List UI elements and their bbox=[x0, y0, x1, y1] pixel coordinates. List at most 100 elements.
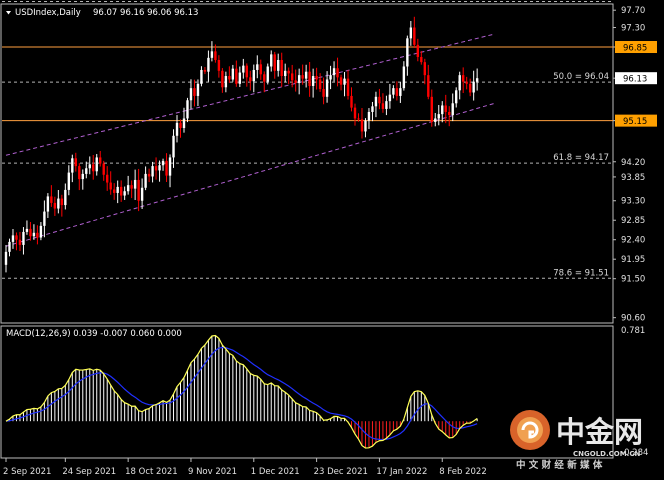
time-tick-label: 8 Feb 2022 bbox=[439, 467, 487, 477]
candle-body bbox=[147, 173, 151, 177]
candle-body bbox=[36, 232, 39, 238]
price-tag-label: 96.13 bbox=[623, 75, 647, 85]
candle-body bbox=[388, 94, 392, 102]
candle-body bbox=[301, 75, 304, 79]
candle-body bbox=[427, 75, 430, 97]
candle-body bbox=[99, 157, 102, 164]
candle-body bbox=[371, 106, 374, 112]
candle-body bbox=[465, 81, 468, 84]
candle-body bbox=[472, 81, 475, 93]
candle-body bbox=[297, 75, 301, 83]
candle-body bbox=[4, 251, 8, 265]
candle-body bbox=[29, 228, 32, 237]
candle-body bbox=[367, 111, 371, 121]
candle-body bbox=[57, 198, 60, 209]
candle-body bbox=[392, 88, 395, 95]
candle-body bbox=[273, 54, 276, 71]
candle-body bbox=[290, 73, 294, 81]
candle-body bbox=[165, 160, 168, 176]
candle-body bbox=[217, 59, 221, 71]
candle-body bbox=[182, 118, 186, 128]
candle-body bbox=[395, 88, 399, 96]
price-tag-label: 96.85 bbox=[623, 44, 647, 54]
candle-body bbox=[43, 211, 46, 226]
candle-body bbox=[318, 79, 322, 90]
candle-body bbox=[360, 119, 364, 132]
candle-body bbox=[200, 69, 203, 84]
candle-body bbox=[8, 241, 11, 252]
watermark-domain: CNGOLD.COM.CN bbox=[573, 450, 640, 458]
candle-body bbox=[256, 64, 259, 70]
watermark-tagline: 中 文 财 经 新 媒 体 bbox=[516, 459, 603, 471]
price-tick-label: 90.60 bbox=[621, 314, 645, 324]
candle-body bbox=[451, 103, 454, 115]
candle-body bbox=[92, 164, 95, 172]
price-chart: 38.2 = 97.90 50.0 = 96.04 61.8 = 94.17 78.6… bbox=[0, 0, 664, 480]
candle-body bbox=[137, 179, 140, 201]
price-tag-label: 95.15 bbox=[623, 117, 647, 127]
candle-body bbox=[284, 70, 287, 77]
candle-body bbox=[277, 59, 280, 71]
candle-body bbox=[308, 71, 311, 86]
candle-body bbox=[85, 168, 88, 174]
candle-body bbox=[116, 186, 119, 193]
candle-body bbox=[158, 165, 161, 171]
time-tick-label: 18 Oct 2021 bbox=[125, 467, 178, 477]
candle-body bbox=[102, 163, 105, 175]
candle-body bbox=[238, 72, 242, 84]
price-tick-label: 91.95 bbox=[621, 255, 645, 265]
candle-body bbox=[15, 235, 18, 240]
fib-level-label: 61.8 = 94.17 bbox=[553, 153, 609, 163]
candle-body bbox=[106, 174, 109, 183]
candle-body bbox=[140, 187, 144, 201]
candle-body bbox=[444, 105, 447, 112]
candle-body bbox=[46, 196, 50, 212]
candle-body bbox=[154, 166, 158, 171]
candle-body bbox=[434, 118, 437, 122]
candle-body bbox=[203, 69, 207, 72]
candle-body bbox=[53, 202, 57, 209]
candle-body bbox=[430, 96, 433, 122]
candle-body bbox=[32, 232, 36, 237]
candle-body bbox=[95, 157, 98, 172]
candle-body bbox=[67, 172, 71, 190]
time-tick-label: 23 Dec 2021 bbox=[314, 467, 368, 477]
candle-body bbox=[161, 160, 165, 166]
candle-body bbox=[130, 185, 133, 189]
candle-body bbox=[25, 228, 29, 232]
candle-body bbox=[455, 90, 458, 104]
candle-body bbox=[109, 182, 112, 190]
time-tick-label: 1 Dec 2021 bbox=[251, 467, 300, 477]
candle-body bbox=[458, 75, 461, 91]
candle-body bbox=[228, 76, 231, 80]
candle-body bbox=[448, 111, 451, 115]
candle-body bbox=[78, 166, 81, 180]
candle-body bbox=[437, 114, 440, 119]
candle-body bbox=[112, 189, 116, 193]
candle-body bbox=[60, 198, 64, 206]
candle-body bbox=[263, 74, 266, 82]
candle-body bbox=[423, 62, 426, 76]
candle-body bbox=[350, 95, 353, 108]
symbol-label: USDIndex,Daily bbox=[15, 8, 81, 18]
candle-body bbox=[193, 88, 196, 96]
candle-body bbox=[475, 78, 479, 82]
candle-body bbox=[381, 103, 385, 109]
fib-level-label: 50.0 = 96.04 bbox=[553, 72, 609, 82]
candle-body bbox=[186, 100, 189, 119]
candle-body bbox=[259, 64, 262, 75]
candle-body bbox=[189, 88, 193, 101]
candle-body bbox=[339, 77, 343, 85]
candle-body bbox=[270, 54, 273, 67]
candle-body bbox=[461, 75, 465, 82]
candle-body bbox=[81, 173, 84, 180]
candle-body bbox=[364, 120, 367, 132]
price-tick-label: 93.85 bbox=[621, 173, 645, 183]
candle-body bbox=[39, 225, 43, 238]
candle-body bbox=[332, 68, 336, 76]
price-tick-label: 97.30 bbox=[621, 24, 645, 34]
watermark-brand: 中金网 bbox=[556, 415, 643, 449]
price-tick-label: 91.50 bbox=[621, 275, 645, 285]
time-tick-label: 24 Sep 2021 bbox=[62, 467, 116, 477]
candle-body bbox=[126, 185, 130, 192]
